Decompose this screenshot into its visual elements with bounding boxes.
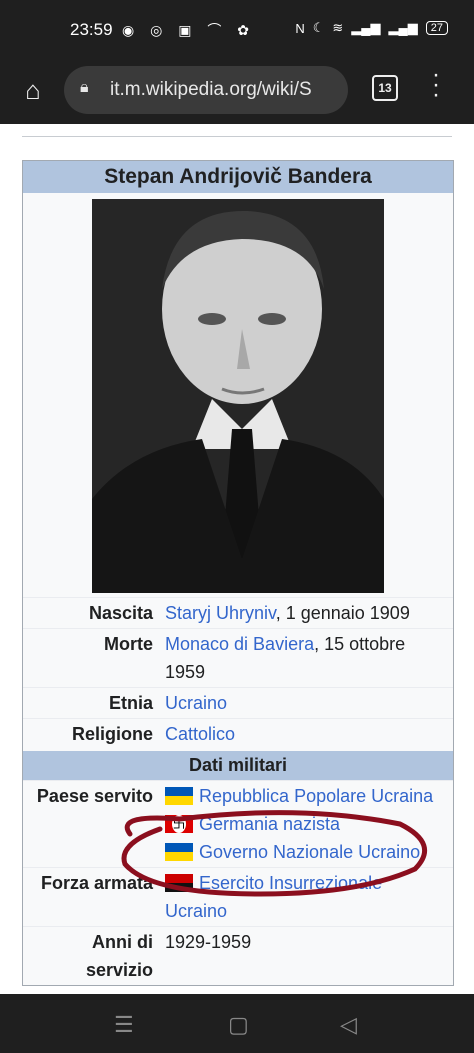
browser-toolbar: ⌂ 🔒︎ it.m.wikipedia.org/wiki/S 13 · · · — [0, 58, 474, 124]
label-religione: Religione — [71, 724, 153, 744]
row-nascita: Nascita Staryj Uhryniv, 1 gennaio 1909 — [23, 597, 453, 628]
recents-icon[interactable]: ☰ — [114, 1012, 134, 1038]
nazi-germany-flag-icon — [165, 815, 193, 833]
link-religion[interactable]: Cattolico — [165, 724, 235, 744]
row-served: Paese servito Repubblica Popolare Ucrain… — [23, 780, 453, 867]
row-etnia: Etnia Ucraino — [23, 687, 453, 718]
home-icon[interactable]: ⌂ — [18, 75, 48, 105]
status-bar: 23:59 ◉ ◎ ▣ ⌒ ✿ N ☾ ≋ ▂▄▆ ▂▄▆ 27 — [0, 0, 474, 58]
link-served-1[interactable]: Repubblica Popolare Ucraina — [199, 786, 433, 806]
portrait-image[interactable] — [92, 199, 384, 593]
link-served-2[interactable]: Germania nazista — [199, 814, 340, 834]
nfc-icon: N — [295, 20, 305, 36]
upa-flag-icon — [165, 874, 193, 892]
label-years: Anni di servizio — [85, 932, 153, 980]
infobox-title: Stepan Andrijovič Bandera — [23, 161, 453, 193]
row-years: Anni di servizio 1929-1959 — [23, 926, 453, 985]
system-icons: N ☾ ≋ ▂▄▆ ▂▄▆ 27 — [295, 20, 448, 36]
more-vert-icon[interactable]: · · · — [428, 63, 444, 107]
link-deathplace[interactable]: Monaco di Baviera — [165, 634, 314, 654]
notification-icons: ◉ ◎ ▣ ⌒ ✿ — [122, 22, 255, 38]
birth-date: , 1 gennaio 1909 — [275, 603, 410, 623]
lock-icon[interactable]: 🔒︎ — [80, 79, 89, 97]
battery-icon: 27 — [425, 21, 448, 35]
clock: 23:59 — [70, 20, 113, 39]
label-etnia: Etnia — [108, 693, 153, 713]
android-nav-bar: ☰ ▢ ◁ — [0, 994, 474, 1053]
back-icon[interactable]: ◁ — [340, 1012, 357, 1038]
link-force[interactable]: Esercito Insurrezionale Ucraino — [165, 873, 382, 921]
moon-icon: ☾ — [312, 20, 325, 35]
ukraine-flag-icon — [165, 787, 193, 805]
label-force: Forza armata — [40, 873, 153, 893]
ukraine-flag-icon-2 — [165, 843, 193, 861]
row-morte: Morte Monaco di Baviera, 15 ottobre 1959 — [23, 628, 453, 687]
home-nav-icon[interactable]: ▢ — [228, 1012, 249, 1038]
link-served-3[interactable]: Governo Nazionale Ucraino — [199, 842, 420, 862]
signal-icon-2: ▂▄▆ — [388, 20, 418, 35]
signal-icon: ▂▄▆ — [351, 20, 381, 35]
tab-switcher-button[interactable]: 13 — [372, 75, 398, 101]
label-served: Paese servito — [36, 786, 153, 806]
url-text[interactable]: it.m.wikipedia.org/wiki/S — [110, 79, 338, 101]
infobox: Stepan Andrijovič Bandera Nascita Staryj… — [22, 160, 454, 986]
years-value: 1929-1959 — [165, 932, 252, 952]
divider — [22, 136, 452, 137]
row-force: Forza armata Esercito Insurrezionale Ucr… — [23, 867, 453, 926]
address-bar[interactable]: 🔒︎ it.m.wikipedia.org/wiki/S — [64, 66, 348, 114]
row-religione: Religione Cattolico — [23, 718, 453, 749]
label-nascita: Nascita — [88, 603, 153, 623]
section-military: Dati militari — [23, 751, 453, 780]
page-content: Stepan Andrijovič Bandera Nascita Staryj… — [0, 124, 474, 994]
link-ethnicity[interactable]: Ucraino — [165, 693, 227, 713]
label-morte: Morte — [104, 634, 153, 654]
link-birthplace[interactable]: Staryj Uhryniv — [165, 603, 276, 623]
wifi-icon: ≋ — [332, 20, 344, 35]
